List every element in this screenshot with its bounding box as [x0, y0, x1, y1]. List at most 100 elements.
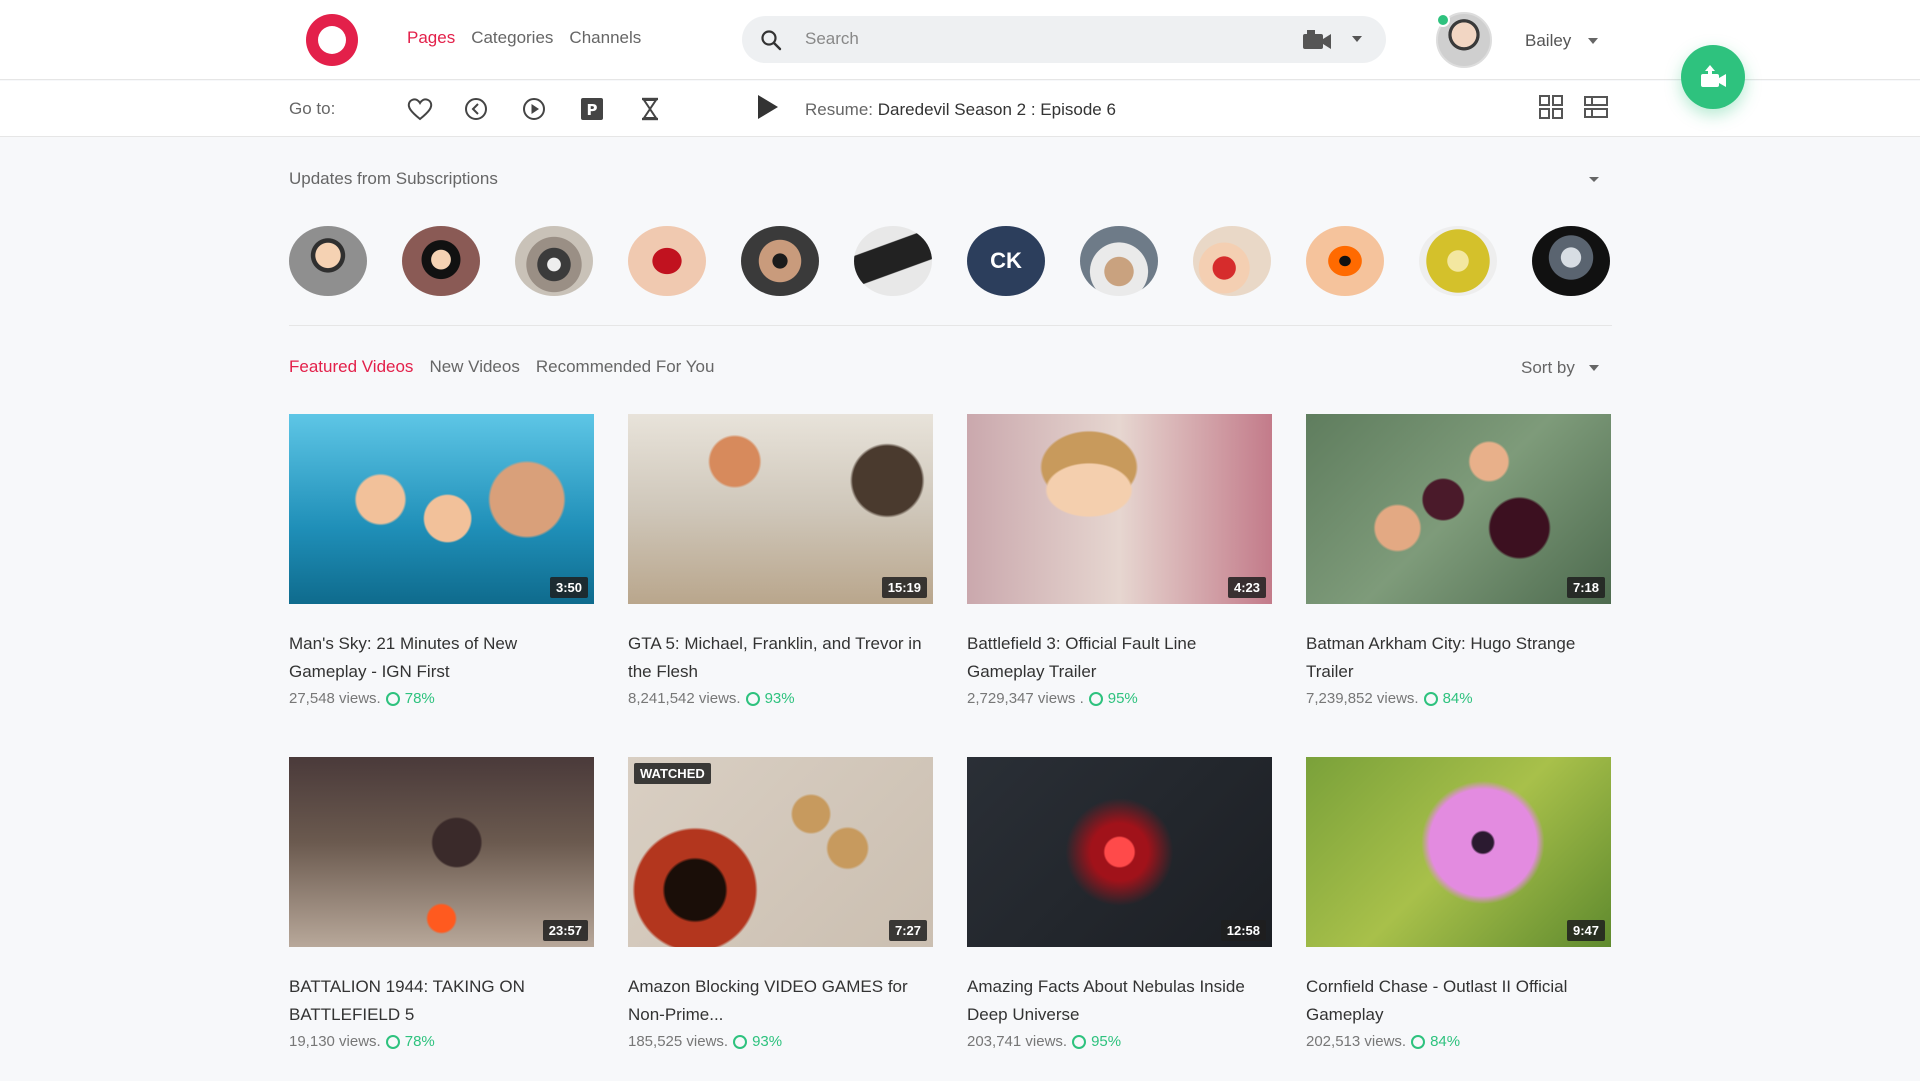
- video-thumbnail[interactable]: 23:57: [289, 757, 594, 947]
- video-meta: 19,130 views. 78%: [289, 1033, 594, 1050]
- video-title[interactable]: BATTALION 1944: TAKING ON BATTLEFIELD 5: [289, 973, 594, 1029]
- subscription-avatar[interactable]: [741, 226, 819, 296]
- search-type-dropdown[interactable]: [1352, 36, 1362, 42]
- video-views: 203,741 views.: [967, 1033, 1068, 1050]
- rating-ring-icon: [385, 691, 400, 706]
- video-meta: 27,548 views. 78%: [289, 690, 594, 707]
- sort-caret[interactable]: [1589, 365, 1599, 371]
- watched-badge: WATCHED: [634, 763, 711, 784]
- subscription-avatar[interactable]: [1193, 226, 1271, 296]
- top-header: Pages Categories Channels Bailey: [0, 0, 1920, 80]
- video-thumbnail[interactable]: 9:47: [1306, 757, 1611, 947]
- grid-view-icon[interactable]: [1538, 94, 1564, 120]
- video-views: 19,130 views.: [289, 1033, 381, 1050]
- video-views: 7,239,852 views.: [1306, 690, 1419, 707]
- subscription-avatar[interactable]: [402, 226, 480, 296]
- subscription-avatar[interactable]: [1419, 226, 1497, 296]
- video-views: 202,513 views.: [1306, 1033, 1407, 1050]
- user-name[interactable]: Bailey: [1525, 31, 1571, 51]
- nav-channels[interactable]: Channels: [569, 28, 641, 48]
- video-duration: 12:58: [1220, 920, 1266, 941]
- video-thumbnail[interactable]: 12:58: [967, 757, 1272, 947]
- subscription-avatar[interactable]: [1532, 226, 1610, 296]
- video-duration: 4:23: [1227, 577, 1266, 598]
- playlist-p-icon[interactable]: P: [578, 95, 606, 123]
- upload-video-button[interactable]: [1681, 45, 1745, 109]
- subscription-avatar[interactable]: [289, 226, 367, 296]
- video-title[interactable]: Amazing Facts About Nebulas Inside Deep …: [967, 973, 1272, 1029]
- video-thumbnail[interactable]: WATCHED 7:27: [628, 757, 933, 947]
- brand-logo[interactable]: [306, 14, 358, 66]
- rating-ring-icon: [1072, 1034, 1087, 1049]
- search-icon[interactable]: [759, 28, 783, 52]
- video-camera-icon[interactable]: [1302, 29, 1332, 51]
- video-meta: 7,239,852 views. 84%: [1306, 690, 1611, 707]
- video-rating: 78%: [404, 690, 435, 707]
- video-duration: 9:47: [1566, 920, 1605, 941]
- video-rating: 95%: [1091, 1033, 1122, 1050]
- history-back-icon[interactable]: [462, 95, 490, 123]
- resume-text[interactable]: Resume: Daredevil Season 2 : Episode 6: [805, 100, 1116, 120]
- rating-ring-icon: [1088, 691, 1103, 706]
- video-rating: 93%: [764, 690, 795, 707]
- resume-episode-title[interactable]: Daredevil Season 2 : Episode 6: [878, 100, 1116, 119]
- video-title[interactable]: Cornfield Chase - Outlast II Official Ga…: [1306, 973, 1611, 1029]
- tab-new-videos[interactable]: New Videos: [429, 357, 519, 377]
- upload-icon: [1701, 65, 1726, 87]
- video-duration: 7:18: [1566, 577, 1605, 598]
- video-thumbnail[interactable]: 7:18: [1306, 414, 1611, 604]
- video-title[interactable]: GTA 5: Michael, Franklin, and Trevor in …: [628, 630, 933, 686]
- sort-by-dropdown[interactable]: Sort by: [1521, 358, 1575, 378]
- video-card[interactable]: 15:19 GTA 5: Michael, Franklin, and Trev…: [628, 414, 933, 707]
- video-card[interactable]: 9:47 Cornfield Chase - Outlast II Offici…: [1306, 757, 1611, 1050]
- video-title[interactable]: Amazon Blocking VIDEO GAMES for Non-Prim…: [628, 973, 933, 1029]
- video-duration: 23:57: [542, 920, 588, 941]
- tab-recommended[interactable]: Recommended For You: [536, 357, 715, 377]
- main-nav: Pages Categories Channels: [407, 28, 641, 48]
- video-card[interactable]: 12:58 Amazing Facts About Nebulas Inside…: [967, 757, 1272, 1050]
- video-thumbnail[interactable]: 4:23: [967, 414, 1272, 604]
- video-rating: 95%: [1107, 690, 1138, 707]
- video-title[interactable]: Battlefield 3: Official Fault Line Gamep…: [967, 630, 1272, 686]
- heart-icon[interactable]: [406, 95, 434, 123]
- video-duration: 7:27: [888, 920, 927, 941]
- video-card[interactable]: 4:23 Battlefield 3: Official Fault Line …: [967, 414, 1272, 707]
- hourglass-icon[interactable]: [636, 95, 664, 123]
- tab-featured-videos[interactable]: Featured Videos: [289, 357, 413, 377]
- video-card[interactable]: 23:57 BATTALION 1944: TAKING ON BATTLEFI…: [289, 757, 594, 1050]
- subscription-avatar[interactable]: [628, 226, 706, 296]
- nav-pages[interactable]: Pages: [407, 28, 455, 48]
- nav-categories[interactable]: Categories: [471, 28, 553, 48]
- video-views: 2,729,347 views .: [967, 690, 1084, 707]
- subscription-avatar[interactable]: [515, 226, 593, 296]
- video-thumbnail[interactable]: 15:19: [628, 414, 933, 604]
- video-title[interactable]: Batman Arkham City: Hugo Strange Trailer: [1306, 630, 1611, 686]
- subscription-avatar[interactable]: [854, 226, 932, 296]
- video-title[interactable]: Man's Sky: 21 Minutes of New Gameplay - …: [289, 630, 594, 686]
- video-views: 27,548 views.: [289, 690, 381, 707]
- subscriptions-collapse-caret[interactable]: [1589, 177, 1599, 182]
- subscription-avatar-ck[interactable]: CK: [967, 226, 1045, 296]
- section-divider: [289, 325, 1612, 326]
- resume-play-icon[interactable]: [756, 93, 780, 121]
- subscriptions-title: Updates from Subscriptions: [289, 169, 498, 188]
- video-duration: 3:50: [549, 577, 588, 598]
- video-thumbnail[interactable]: 3:50: [289, 414, 594, 604]
- video-meta: 8,241,542 views. 93%: [628, 690, 933, 707]
- video-card[interactable]: 7:18 Batman Arkham City: Hugo Strange Tr…: [1306, 414, 1611, 707]
- video-views: 8,241,542 views.: [628, 690, 741, 707]
- play-circle-icon[interactable]: [520, 95, 548, 123]
- video-rating: 84%: [1430, 1033, 1461, 1050]
- user-menu-caret[interactable]: [1588, 38, 1598, 44]
- video-tabs: Featured Videos New Videos Recommended F…: [289, 357, 714, 377]
- svg-text:P: P: [587, 101, 598, 119]
- list-view-icon[interactable]: [1583, 94, 1609, 120]
- video-card[interactable]: WATCHED 7:27 Amazon Blocking VIDEO GAMES…: [628, 757, 933, 1050]
- video-card[interactable]: 3:50 Man's Sky: 21 Minutes of New Gamepl…: [289, 414, 594, 707]
- subscription-avatar[interactable]: [1080, 226, 1158, 296]
- subscription-avatar[interactable]: [1306, 226, 1384, 296]
- search-input[interactable]: [805, 25, 1285, 53]
- quick-nav-bar: Go to: P Resume: Daredevil Season 2 : Ep…: [0, 81, 1920, 137]
- rating-ring-icon: [733, 1034, 748, 1049]
- rating-ring-icon: [1411, 1034, 1426, 1049]
